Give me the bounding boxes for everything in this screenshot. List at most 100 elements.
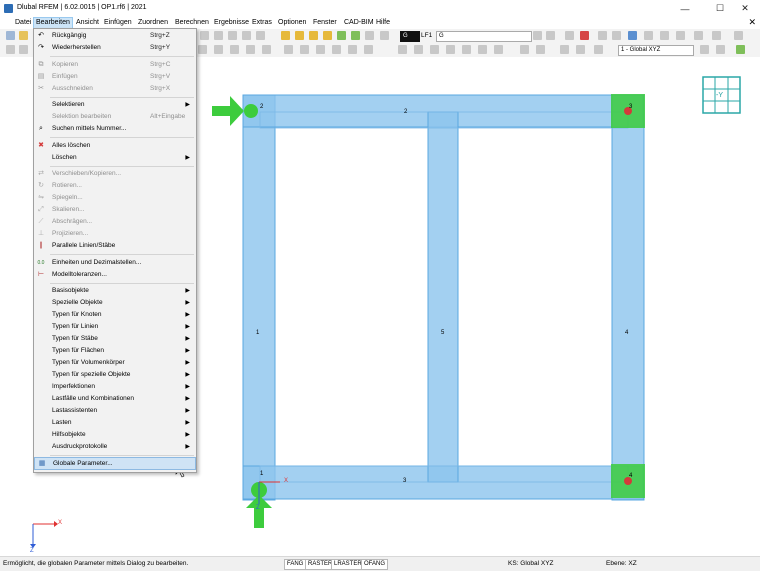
load-case-select[interactable]: G [436,31,532,42]
toolbar-tool-icon[interactable] [380,31,389,40]
menu-item-imperfections[interactable]: Imperfektionen ▶ [34,381,196,393]
menu-item-redo[interactable]: ↷ Wiederherstellen Strg+Y [34,42,196,54]
menu-item-undo[interactable]: ↶ Rückgängig Strg+Z [34,30,196,42]
toolbar-tool-icon[interactable] [242,31,251,40]
menu-item-base-objects[interactable]: Basisobjekte ▶ [34,285,196,297]
toolbar-tool-icon[interactable] [712,31,721,40]
member-1[interactable] [242,94,276,501]
menu-item-copy[interactable]: ⧉ Kopieren Strg+C [34,59,196,71]
toolbar-tool-icon[interactable] [228,31,237,40]
toolbar-tool-icon[interactable] [565,31,574,40]
toolbar-tool-icon[interactable] [660,31,669,40]
menu-item-find-by-number[interactable]: ⌕ Suchen mittels Nummer... [34,123,196,135]
minimize-button[interactable]: — [670,0,700,17]
snap-toggle[interactable]: FANG [284,559,307,570]
menu-hilfe[interactable]: Hilfe [374,18,392,28]
toolbar-tool-icon[interactable] [628,31,637,40]
menu-item-parallel-lines[interactable]: ∥ Parallele Linien/Stäbe [34,240,196,252]
menu-item-select[interactable]: Selektieren ▶ [34,99,196,111]
toolbar-tool-icon[interactable] [281,31,290,40]
toolbar-tool-icon[interactable] [200,31,209,40]
menu-item-node-types[interactable]: Typen für Knoten ▶ [34,309,196,321]
toolbar-tool-icon[interactable] [676,31,685,40]
toolbar-tool-icon[interactable] [430,45,439,54]
toolbar-tool-icon[interactable] [598,31,607,40]
toolbar-tool-icon[interactable] [309,31,318,40]
menu-item-delete[interactable]: Löschen ▶ [34,152,196,164]
toolbar-tool-icon[interactable] [364,45,373,54]
toolbar-tool-icon[interactable] [536,45,545,54]
toolbar-tool-icon[interactable] [230,45,239,54]
toolbar-tool-icon[interactable] [198,45,207,54]
menu-extras[interactable]: Extras [250,18,274,28]
toolbar-tool-icon[interactable] [398,45,407,54]
menu-item-line-types[interactable]: Typen für Linien ▶ [34,321,196,333]
toolbar-tool-icon[interactable] [262,45,271,54]
toolbar-tool-icon[interactable] [351,31,360,40]
toolbar-tool-icon[interactable] [478,45,487,54]
toolbar-tool-icon[interactable] [694,31,703,40]
toolbar-tool-icon[interactable] [295,31,304,40]
menu-item-load-wizards[interactable]: Lastassistenten ▶ [34,405,196,417]
toolbar-tool-icon[interactable] [214,31,223,40]
menu-item-solid-types[interactable]: Typen für Volumenkörper ▶ [34,357,196,369]
document-close-button[interactable]: ✕ [748,17,756,28]
member-5[interactable] [427,111,459,483]
new-file-icon[interactable] [6,31,15,40]
menu-item-paste[interactable]: ▤ Einfügen Strg+V [34,71,196,83]
toolbar-tool-icon[interactable] [580,31,589,40]
menu-item-units[interactable]: 0.0 Einheiten und Dezimalstellen... [34,257,196,269]
toolbar-tool-icon[interactable] [734,31,743,40]
menu-fenster[interactable]: Fenster [311,18,339,28]
menu-item-loads[interactable]: Lasten ▶ [34,417,196,429]
toolbar-tool-icon[interactable] [256,31,265,40]
menu-item-printout-reports[interactable]: Ausdruckprotokolle ▶ [34,441,196,453]
toolbar-tool-icon[interactable] [494,45,503,54]
toolbar-tool-icon[interactable] [700,45,709,54]
toolbar-tool-icon[interactable] [644,31,653,40]
menu-item-shear[interactable]: ⟋ Abschrägen... [34,216,196,228]
menu-ansicht[interactable]: Ansicht [74,18,101,28]
toolbar-tool-icon[interactable] [446,45,455,54]
menu-item-helper-objects[interactable]: Hilfsobjekte ▶ [34,429,196,441]
toolbar-tool-icon[interactable] [246,45,255,54]
view-select[interactable]: 1 - Global XYZ [618,45,694,56]
menu-item-cut[interactable]: ✂ Ausschneiden Strg+X [34,83,196,95]
menu-item-scale[interactable]: ⤢ Skalieren... [34,204,196,216]
line-grid-toggle[interactable]: LRASTER [331,559,365,570]
toolbar-tool-icon[interactable] [337,31,346,40]
menu-item-mirror[interactable]: ⇋ Spiegeln... [34,192,196,204]
toolbar-tool-icon[interactable] [520,45,529,54]
menu-item-tolerances[interactable]: ⊢ Modelltoleranzen... [34,269,196,281]
menu-item-project[interactable]: ⊥ Projizieren... [34,228,196,240]
hinge-node-2[interactable] [244,104,258,118]
menu-item-load-cases[interactable]: Lastfälle und Kombinationen ▶ [34,393,196,405]
menu-item-edit-selection[interactable]: Selektion bearbeiten Alt+Eingabe [34,111,196,123]
next-load-case-icon[interactable] [546,31,555,40]
menu-item-global-parameters[interactable]: ▦ Globale Parameter... [34,457,196,470]
menu-berechnen[interactable]: Berechnen [173,18,211,28]
prev-load-case-icon[interactable] [533,31,542,40]
toolbar-tool-icon[interactable] [316,45,325,54]
toolbar-tool-icon[interactable] [462,45,471,54]
menu-item-special-objects[interactable]: Spezielle Objekte ▶ [34,297,196,309]
toolbar-tool-icon[interactable] [300,45,309,54]
menu-datei[interactable]: Datei [13,18,33,28]
menu-item-rotate[interactable]: ↻ Rotieren... [34,180,196,192]
menu-item-special-object-types[interactable]: Typen für spezielle Objekte ▶ [34,369,196,381]
toolbar-tool-icon[interactable] [594,45,603,54]
support-arrow-node-2[interactable] [212,96,244,126]
member-4[interactable] [611,94,645,501]
toolbar-tool-icon[interactable] [576,45,585,54]
toolbar-tool-icon[interactable] [736,45,745,54]
toolbar-tool-icon[interactable] [716,45,725,54]
toolbar-tool-icon[interactable] [19,45,28,54]
toolbar-tool-icon[interactable] [560,45,569,54]
toolbar-tool-icon[interactable] [612,31,621,40]
toolbar-tool-icon[interactable] [348,45,357,54]
menu-item-delete-all[interactable]: ✖ Alles löschen [34,140,196,152]
menu-optionen[interactable]: Optionen [276,18,308,28]
menu-ergebnisse[interactable]: Ergebnisse [212,18,251,28]
toolbar-tool-icon[interactable] [414,45,423,54]
menu-item-surface-types[interactable]: Typen für Flächen ▶ [34,345,196,357]
